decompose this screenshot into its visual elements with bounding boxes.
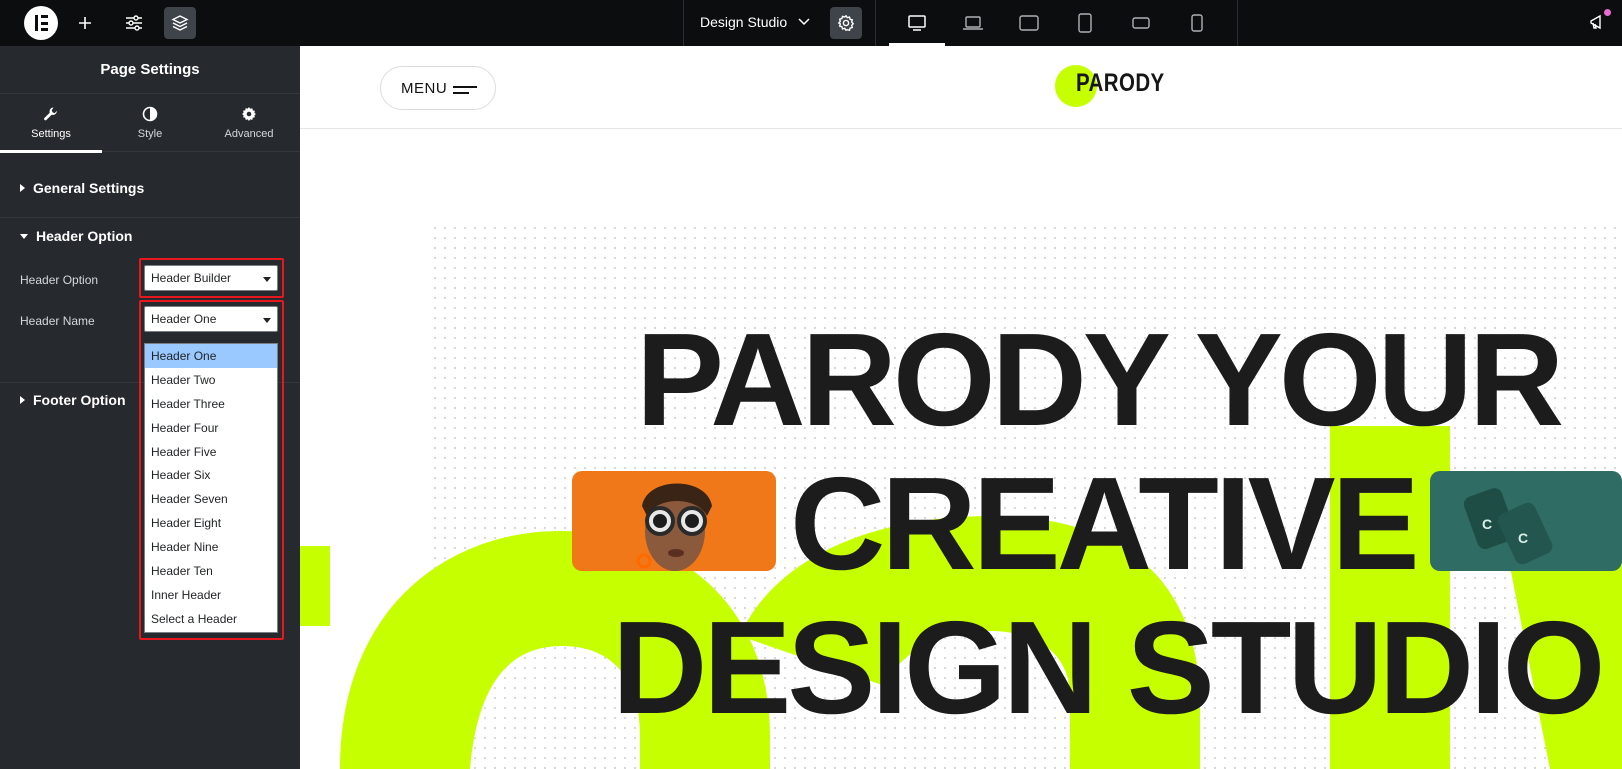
tab-settings[interactable]: Settings: [0, 94, 102, 153]
preview-canvas: MENU PARODY C C PARODY YOUR CREATIVE DES…: [300, 46, 1622, 769]
section-general-label: General Settings: [33, 180, 145, 196]
caret-right-icon: [20, 396, 25, 404]
site-settings-icon[interactable]: [118, 7, 150, 39]
section-header-label: Header Option: [36, 228, 133, 244]
section-header-option[interactable]: Header Option: [0, 222, 300, 250]
add-element-icon[interactable]: [69, 7, 101, 39]
section-footer-label: Footer Option: [33, 392, 126, 408]
header-name-label: Header Name: [20, 314, 95, 328]
hero-line-1: PARODY YOUR: [636, 306, 1564, 453]
svg-text:C: C: [1518, 530, 1528, 546]
tab-advanced[interactable]: Advanced: [198, 94, 300, 152]
caret-down-icon: [20, 233, 28, 239]
elementor-logo-icon[interactable]: [24, 6, 58, 40]
caret-right-icon: [20, 184, 25, 192]
tab-style-label: Style: [137, 128, 163, 140]
menu-label: MENU: [401, 79, 448, 97]
tab-settings-label: Settings: [31, 128, 71, 140]
page-settings-gear-icon[interactable]: [830, 7, 862, 39]
highlight-frame-header-option: [139, 258, 284, 298]
tablet-landscape-icon[interactable]: [1001, 0, 1057, 46]
hero-line-2: CREATIVE: [790, 450, 1420, 597]
laptop-icon[interactable]: [945, 0, 1001, 46]
site-logo[interactable]: PARODY: [1076, 69, 1165, 98]
structure-icon[interactable]: [164, 7, 196, 39]
hero-image-products: C C: [1430, 471, 1622, 571]
announcements-icon[interactable]: [1588, 12, 1608, 37]
mobile-portrait-icon[interactable]: [1169, 0, 1225, 46]
hero-image-woman: [572, 471, 776, 571]
wrench-icon: [44, 107, 57, 121]
tab-advanced-label: Advanced: [224, 128, 274, 140]
menu-button[interactable]: MENU: [380, 66, 496, 110]
section-general-settings[interactable]: General Settings: [0, 174, 300, 202]
menu-lines-icon: [453, 86, 477, 94]
gear-icon: [242, 107, 256, 121]
hero-line-3: DESIGN STUDIO: [612, 594, 1605, 741]
panel-tabs: Settings Style Advanced: [0, 94, 300, 153]
site-header: MENU PARODY: [300, 46, 1622, 129]
chevron-down-icon[interactable]: [797, 14, 811, 33]
panel-title: Page Settings: [0, 46, 300, 94]
notification-dot: [1604, 9, 1611, 16]
half-circle-icon: [142, 106, 158, 122]
top-bar: Design Studio: [0, 0, 1622, 46]
highlight-frame-header-name: [139, 300, 284, 640]
document-title[interactable]: Design Studio: [700, 14, 787, 30]
svg-text:C: C: [1482, 516, 1492, 532]
header-option-label: Header Option: [20, 273, 99, 287]
desktop-icon[interactable]: [889, 0, 945, 46]
mobile-landscape-icon[interactable]: [1113, 0, 1169, 46]
tablet-portrait-icon[interactable]: [1057, 0, 1113, 46]
tab-style[interactable]: Style: [102, 94, 198, 152]
